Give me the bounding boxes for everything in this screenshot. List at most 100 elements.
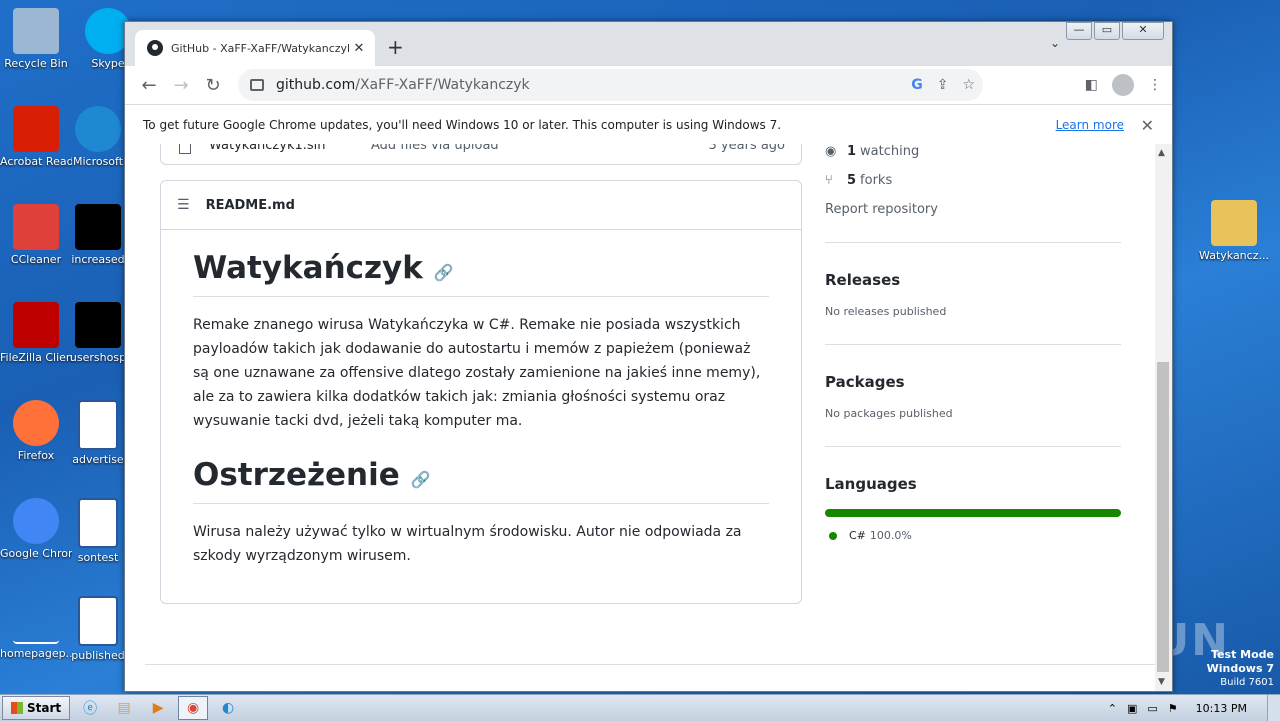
- taskbar: Start ⓔ ▤ ▶ ◉ ◐ ⌃ ▣ ▭ ⚑ 10:13 PM: [0, 694, 1280, 721]
- display-icon[interactable]: ▭: [1147, 702, 1157, 715]
- scroll-up-arrow-icon[interactable]: ▲: [1158, 148, 1165, 158]
- scroll-down-arrow-icon[interactable]: ▼: [1158, 677, 1165, 687]
- readme-heading-1-text: Watykańczyk: [193, 250, 423, 286]
- tab-title: GitHub - XaFF-XaFF/Watykanczyk: R: [171, 41, 349, 55]
- test-mode-label: Test Mode Windows 7 Build 7601: [1207, 648, 1274, 690]
- firefox-icon: [13, 400, 59, 446]
- tab-github[interactable]: GitHub - XaFF-XaFF/Watykanczyk: R ✕: [135, 30, 375, 66]
- profile-avatar-icon[interactable]: [1112, 74, 1134, 96]
- outline-list-icon[interactable]: ☰: [177, 197, 190, 213]
- bookmark-star-icon[interactable]: ☆: [962, 77, 975, 93]
- anchor-link-icon[interactable]: 🔗: [411, 470, 431, 489]
- blank-file-icon: [13, 596, 59, 644]
- window-controls: — ▭ ✕: [1064, 22, 1164, 40]
- back-arrow-icon[interactable]: ←: [133, 75, 165, 96]
- windows-logo-icon: [11, 702, 23, 714]
- readme-heading-1: Watykańczyk 🔗: [193, 250, 769, 297]
- system-tray: ⌃ ▣ ▭ ⚑ 10:13 PM: [1098, 695, 1280, 721]
- language-item[interactable]: C# 100.0%: [825, 529, 1121, 542]
- action-center-flag-icon[interactable]: ⚑: [1168, 702, 1178, 715]
- languages-section: Languages C# 100.0%: [825, 446, 1121, 542]
- black-file-icon: [75, 302, 121, 348]
- releases-text: No releases published: [825, 305, 947, 318]
- languages-title: Languages: [825, 475, 917, 493]
- page-content: Watykanczyk1.sln Add files via upload 3 …: [125, 144, 1155, 691]
- tray-expand-icon[interactable]: ⌃: [1108, 702, 1117, 715]
- packages-text: No packages published: [825, 407, 953, 420]
- eye-icon: ◉: [825, 144, 837, 159]
- github-favicon-icon: [147, 40, 163, 56]
- start-button[interactable]: Start: [2, 696, 71, 720]
- infobar-message: To get future Google Chrome updates, you…: [143, 118, 782, 132]
- desktop-icon[interactable]: Watykancz...: [1198, 200, 1270, 262]
- word-doc-icon: [78, 498, 118, 548]
- show-desktop-button[interactable]: [1267, 695, 1280, 721]
- minimize-button[interactable]: —: [1066, 22, 1092, 40]
- google-lens-icon[interactable]: G: [911, 77, 923, 93]
- ie-taskbar-icon[interactable]: ⓔ: [76, 697, 104, 719]
- releases-title[interactable]: Releases: [825, 271, 1121, 289]
- filezilla-icon: [13, 302, 59, 348]
- chrome-taskbar-icon[interactable]: ◉: [178, 696, 209, 720]
- address-bar[interactable]: github.com/XaFF-XaFF/Watykanczyk G ⇪ ☆: [238, 69, 983, 101]
- forks-link[interactable]: ⑂ 5 forks: [825, 166, 1121, 195]
- network-icon[interactable]: ▣: [1127, 702, 1137, 715]
- file-row[interactable]: Watykanczyk1.sln Add files via upload 3 …: [160, 144, 802, 165]
- page-scrollbar[interactable]: ▲ ▼: [1155, 144, 1172, 691]
- forks-label: forks: [860, 173, 893, 188]
- chrome-window: GitHub - XaFF-XaFF/Watykanczyk: R ✕ + ⌄ …: [124, 21, 1173, 692]
- edge-taskbar-icon[interactable]: ◐: [214, 697, 242, 719]
- file-icon: [179, 144, 191, 154]
- watching-label: watching: [860, 144, 920, 159]
- update-infobar: To get future Google Chrome updates, you…: [125, 104, 1172, 146]
- tab-search-chevron-down-icon[interactable]: ⌄: [1050, 36, 1060, 50]
- url-path: /XaFF-XaFF/Watykanczyk: [355, 77, 530, 93]
- chrome-icon: [13, 498, 59, 544]
- word-doc-icon: [78, 596, 118, 646]
- watching-link[interactable]: ◉ 1 watching: [825, 144, 1121, 166]
- language-color-dot: [829, 531, 837, 540]
- acrobat-icon: [13, 106, 59, 152]
- desktop-icon-label: Watykancz...: [1199, 249, 1269, 262]
- tab-strip: GitHub - XaFF-XaFF/Watykanczyk: R ✕ + ⌄ …: [125, 22, 1172, 66]
- explorer-taskbar-icon[interactable]: ▤: [110, 697, 138, 719]
- packages-section: Packages No packages published: [825, 344, 1121, 420]
- reload-icon[interactable]: ↻: [197, 75, 229, 96]
- desktop-icon[interactable]: Recycle Bin: [0, 8, 72, 70]
- side-panel-icon[interactable]: ◧: [1085, 77, 1098, 93]
- ccleaner-icon: [13, 204, 59, 250]
- clock[interactable]: 10:13 PM: [1196, 702, 1247, 715]
- learn-more-link[interactable]: Learn more: [1056, 118, 1124, 132]
- fork-icon: ⑂: [825, 173, 833, 188]
- infobar-close-icon[interactable]: ✕: [1141, 116, 1154, 135]
- black-file-icon: [75, 204, 121, 250]
- chrome-menu-icon[interactable]: ⋮: [1148, 77, 1162, 93]
- report-repository-link[interactable]: Report repository: [825, 195, 1121, 224]
- readme-heading-2-text: Ostrzeżenie: [193, 457, 400, 493]
- forks-count: 5: [847, 173, 857, 188]
- file-commit-message[interactable]: Add files via upload: [371, 144, 499, 153]
- scrollbar-thumb[interactable]: [1157, 362, 1169, 672]
- file-commit-time: 3 years ago: [708, 144, 785, 153]
- share-icon[interactable]: ⇪: [937, 77, 949, 93]
- releases-section: Releases No releases published: [825, 242, 1121, 318]
- desktop-icon-label: Recycle Bin: [4, 57, 68, 70]
- close-window-button[interactable]: ✕: [1122, 22, 1164, 40]
- readme-filename[interactable]: README.md: [206, 198, 295, 213]
- readme-box: ☰ README.md Watykańczyk 🔗 Remake znanego…: [160, 180, 802, 604]
- maximize-button[interactable]: ▭: [1094, 22, 1120, 40]
- language-percent: 100.0%: [869, 529, 912, 542]
- file-name[interactable]: Watykanczyk1.sln: [209, 144, 326, 153]
- anchor-link-icon[interactable]: 🔗: [434, 263, 454, 282]
- lock-icon[interactable]: [250, 79, 264, 91]
- word-doc-icon: [78, 400, 118, 450]
- readme-header: ☰ README.md: [161, 181, 801, 230]
- packages-title[interactable]: Packages: [825, 373, 1121, 391]
- media-player-taskbar-icon[interactable]: ▶: [144, 697, 172, 719]
- forward-arrow-icon[interactable]: →: [165, 75, 197, 96]
- close-tab-icon[interactable]: ✕: [349, 41, 369, 56]
- test-mode-line2: Windows 7: [1206, 662, 1274, 675]
- new-tab-button[interactable]: +: [387, 35, 404, 59]
- browser-toolbar: ← → ↻ github.com/XaFF-XaFF/Watykanczyk G…: [125, 66, 1172, 104]
- footer-divider: [145, 664, 1155, 665]
